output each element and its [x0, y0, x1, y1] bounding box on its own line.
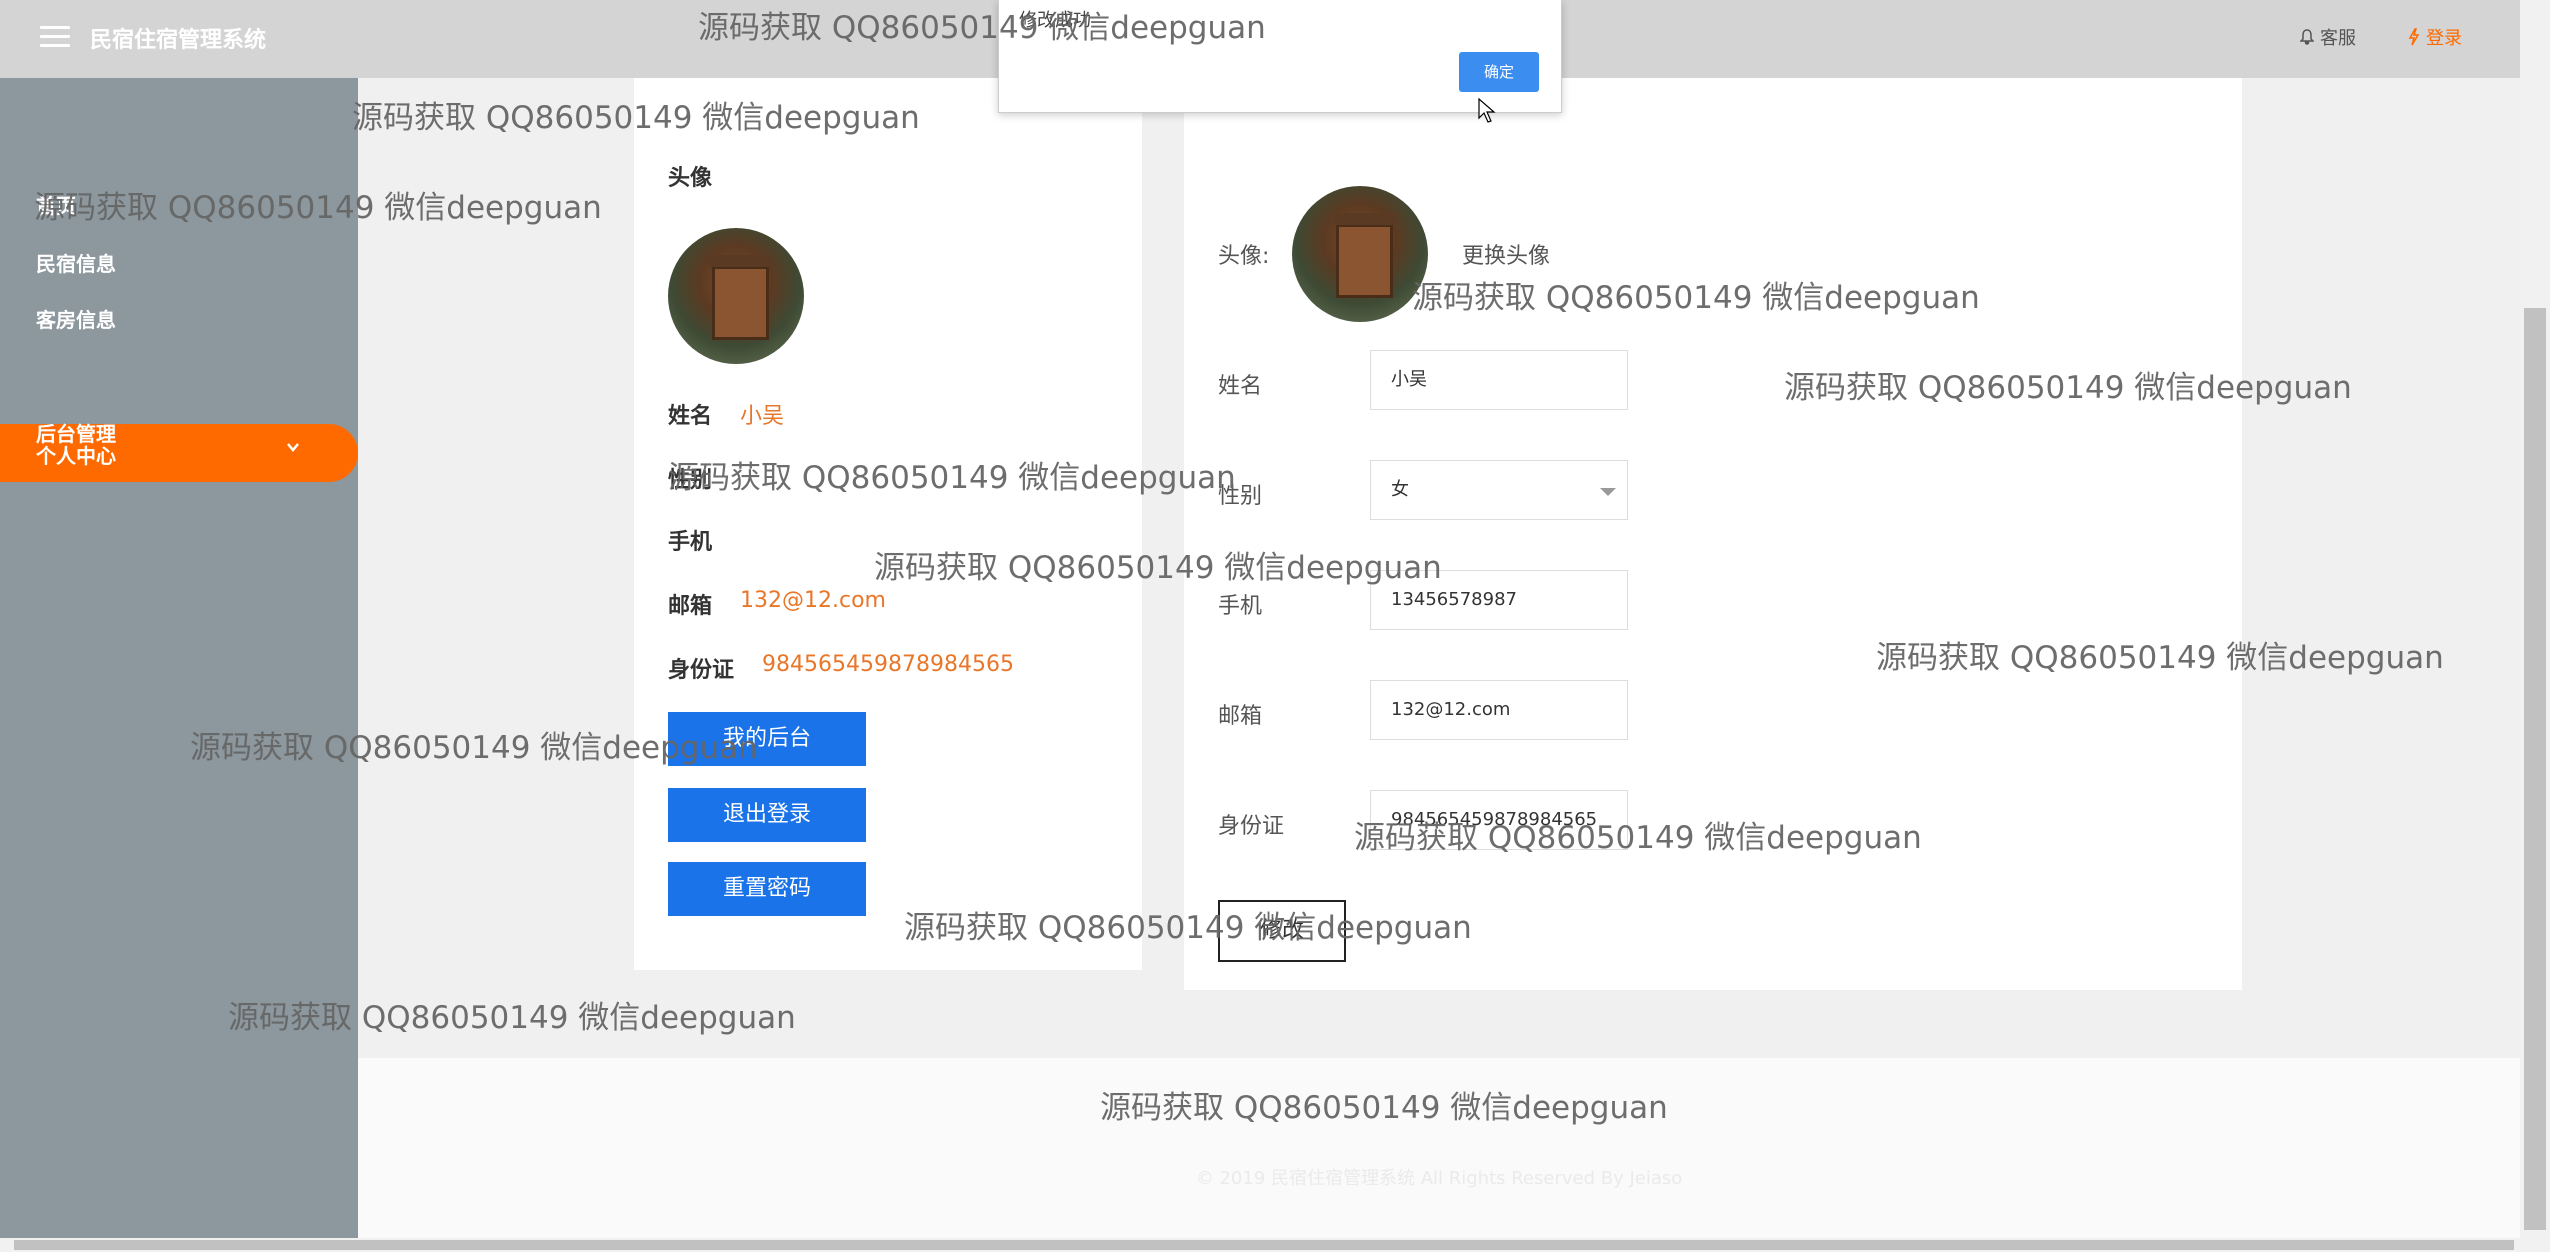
name-field[interactable]: 小吴: [1370, 350, 1628, 410]
name-label: 姓名: [668, 404, 713, 429]
watermark: 源码获取 QQ86050149 微信deepguan: [190, 730, 758, 766]
watermark: 源码获取 QQ86050149 微信deepguan: [668, 460, 1236, 496]
watermark: 源码获取 QQ86050149 微信deepguan: [874, 550, 1442, 586]
sidebar: 首页 民宿信息 客房信息 个人中心 后台管理: [0, 78, 358, 1238]
idcard-label: 身份证: [668, 658, 735, 683]
vertical-scrollbar[interactable]: [2520, 0, 2550, 1238]
watermark: 源码获取 QQ86050149 微信deepguan: [1876, 640, 2444, 676]
form-avatar-label: 头像:: [1218, 244, 1270, 269]
watermark: 源码获取 QQ86050149 微信deepguan: [1354, 820, 1922, 856]
mouse-cursor-icon: [1478, 98, 1496, 123]
email-field[interactable]: 132@12.com: [1370, 680, 1628, 740]
customer-service-link[interactable]: 客服: [2300, 24, 2356, 50]
dialog-ok-button[interactable]: 确定: [1459, 52, 1539, 92]
watermark: 源码获取 QQ86050149 微信deepguan: [352, 100, 920, 136]
form-name-label: 姓名: [1218, 374, 1263, 399]
watermark: 源码获取 QQ86050149 微信deepguan: [1784, 370, 2352, 406]
email-label: 邮箱: [668, 594, 713, 619]
reset-password-button[interactable]: 重置密码: [668, 862, 866, 916]
watermark: 源码获取 QQ86050149 微信deepguan: [698, 10, 1266, 46]
watermark: 源码获取 QQ86050149 微信deepguan: [34, 190, 602, 226]
bell-icon: [2300, 29, 2314, 45]
select-caret-icon: [1600, 488, 1616, 496]
hamburger-menu-icon[interactable]: [40, 26, 70, 50]
customer-service-label: 客服: [2320, 28, 2356, 49]
avatar-label: 头像: [668, 166, 713, 191]
lightning-icon: [2408, 28, 2420, 46]
gender-select[interactable]: 女: [1370, 460, 1628, 520]
login-link[interactable]: 登录: [2408, 24, 2462, 50]
form-idcard-label: 身份证: [1218, 814, 1285, 839]
watermark: 源码获取 QQ86050149 微信deepguan: [1412, 280, 1980, 316]
profile-avatar: [668, 228, 804, 364]
footer-copyright: © 2019 民宿住宿管理系统 All Rights Reserved By J…: [1195, 1168, 1683, 1189]
idcard-value: 984565459878984565: [762, 652, 1014, 677]
login-label: 登录: [2426, 28, 2462, 49]
form-email-label: 邮箱: [1218, 704, 1263, 729]
email-value: 132@12.com: [740, 588, 886, 613]
horizontal-scrollbar[interactable]: [0, 1238, 2550, 1252]
watermark: 源码获取 QQ86050149 微信deepguan: [228, 1000, 796, 1036]
watermark: 源码获取 QQ86050149 微信deepguan: [1100, 1090, 1668, 1126]
form-avatar: [1292, 186, 1428, 322]
name-value: 小吴: [740, 404, 785, 429]
sidebar-item-backend[interactable]: 后台管理: [36, 418, 116, 447]
logout-button[interactable]: 退出登录: [668, 788, 866, 842]
form-phone-label: 手机: [1218, 594, 1263, 619]
sidebar-item-room-info[interactable]: 客房信息: [36, 304, 116, 333]
change-avatar-button[interactable]: 更换头像: [1462, 238, 1550, 270]
phone-label: 手机: [668, 530, 713, 555]
app-title: 民宿住宿管理系统: [90, 28, 267, 53]
sidebar-item-homestay-info[interactable]: 民宿信息: [36, 248, 116, 277]
watermark: 源码获取 QQ86050149 微信deepguan: [904, 910, 1472, 946]
chevron-down-icon: [287, 443, 299, 452]
